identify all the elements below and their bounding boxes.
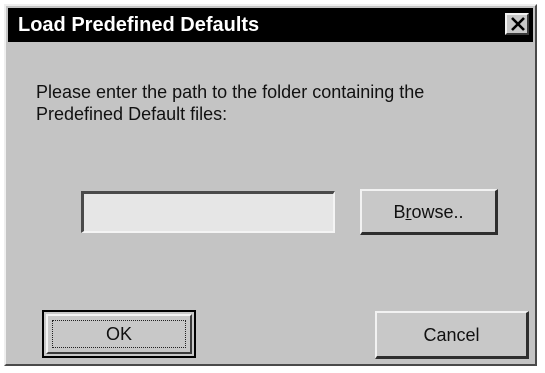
cancel-button[interactable]: Cancel	[375, 311, 529, 359]
browse-label-suffix: owse..	[411, 201, 464, 222]
folder-path-input[interactable]	[81, 191, 335, 233]
browse-button[interactable]: Browse..	[360, 189, 498, 235]
load-predefined-defaults-dialog: Load Predefined Defaults Please enter th…	[4, 4, 537, 366]
path-prompt-text: Please enter the path to the folder cont…	[36, 82, 425, 124]
browse-label-prefix: B	[393, 201, 406, 222]
close-button[interactable]	[505, 13, 529, 35]
dialog-title: Load Predefined Defaults	[18, 14, 260, 36]
close-x-icon	[511, 17, 525, 31]
title-bar: Load Predefined Defaults	[8, 8, 533, 42]
ok-button-label: OK	[105, 324, 132, 344]
ok-button[interactable]: OK	[42, 310, 196, 358]
